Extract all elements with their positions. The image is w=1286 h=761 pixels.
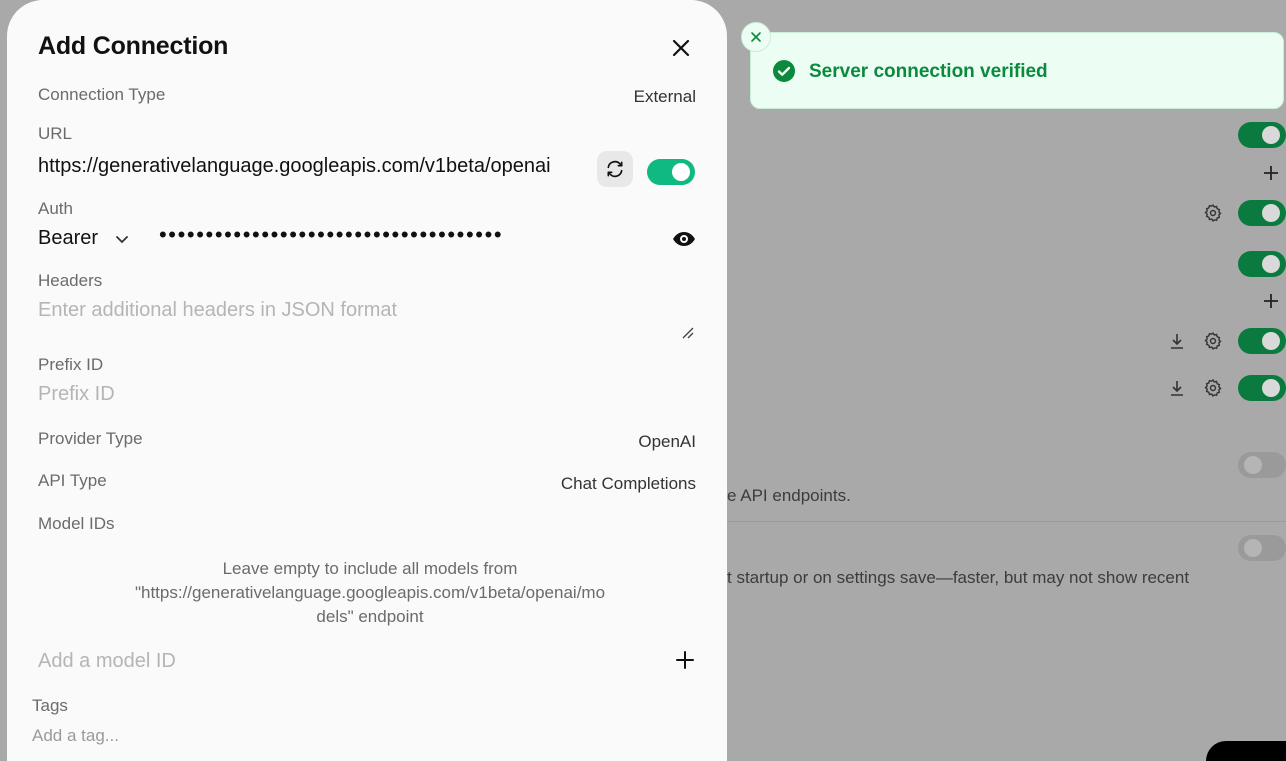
provider-type-label: Provider Type (38, 429, 143, 448)
help-line: Leave empty to include all models from (222, 559, 518, 578)
bg-setting-row (1238, 250, 1286, 278)
modal-title: Add Connection (38, 32, 229, 60)
auth-type-select[interactable]: Bearer (38, 227, 130, 250)
bg-toggle[interactable] (1238, 535, 1286, 561)
url-label: URL (38, 124, 73, 143)
bg-setting-row (1260, 159, 1286, 187)
connection-enabled-toggle[interactable] (647, 159, 695, 185)
bg-divider (726, 521, 1286, 522)
url-input[interactable]: https://generativelanguage.googleapis.co… (38, 155, 558, 178)
bg-setting-row (1238, 534, 1286, 562)
bg-setting-row (1166, 327, 1286, 355)
connection-type-select[interactable]: External (634, 87, 696, 107)
eye-icon[interactable] (671, 228, 697, 250)
bg-toggle[interactable] (1238, 328, 1286, 354)
gear-icon[interactable] (1202, 202, 1224, 224)
bg-setting-row (1202, 199, 1286, 227)
toast-message: Server connection verified (809, 61, 1048, 82)
close-icon (751, 32, 761, 42)
bg-description: e API endpoints. (727, 486, 851, 505)
plus-icon (676, 651, 694, 669)
verify-connection-button[interactable] (597, 151, 633, 187)
headers-label: Headers (38, 271, 103, 290)
auth-label: Auth (38, 199, 73, 218)
resize-handle-icon[interactable] (681, 326, 695, 340)
model-id-input[interactable]: Add a model ID (38, 650, 176, 673)
bg-floating-button[interactable] (1206, 741, 1286, 761)
close-icon[interactable] (669, 36, 693, 60)
plus-icon[interactable] (1260, 290, 1282, 312)
download-icon[interactable] (1166, 377, 1188, 399)
api-type-select[interactable]: Chat Completions (561, 474, 696, 494)
plus-icon[interactable] (1260, 162, 1282, 184)
refresh-icon (607, 160, 623, 178)
prefix-id-input[interactable]: Prefix ID (38, 383, 115, 406)
bg-toggle[interactable] (1238, 375, 1286, 401)
auth-type-value: Bearer (38, 227, 99, 249)
bg-toggle[interactable] (1238, 200, 1286, 226)
add-model-id-button[interactable] (674, 649, 696, 671)
add-connection-modal: Add Connection Connection Type External … (7, 0, 727, 761)
gear-icon[interactable] (1202, 377, 1224, 399)
model-ids-label: Model IDs (38, 514, 115, 533)
api-type-label: API Type (38, 471, 107, 490)
check-circle-icon (773, 60, 795, 82)
bg-description: t startup or on settings save—faster, bu… (727, 568, 1190, 587)
tags-label: Tags (32, 696, 68, 715)
bg-toggle[interactable] (1238, 251, 1286, 277)
connection-type-label: Connection Type (38, 85, 166, 104)
gear-icon[interactable] (1202, 330, 1224, 352)
toast-close-button[interactable] (741, 22, 771, 52)
bg-setting-row (1260, 287, 1286, 315)
help-line: dels" endpoint (316, 607, 424, 626)
help-line: "https://generativelanguage.googleapis.c… (134, 583, 606, 602)
success-toast: Server connection verified (750, 32, 1284, 109)
api-key-input[interactable]: ••••••••••••••••••••••••••••••••••••• (159, 222, 503, 248)
prefix-id-label: Prefix ID (38, 355, 104, 374)
chevron-down-icon (116, 235, 128, 243)
bg-toggle[interactable] (1238, 452, 1286, 478)
bg-setting-row (1166, 374, 1286, 402)
headers-textarea[interactable]: Enter additional headers in JSON format (38, 299, 397, 322)
download-icon[interactable] (1166, 330, 1188, 352)
provider-type-select[interactable]: OpenAI (638, 432, 696, 452)
bg-toggle[interactable] (1238, 122, 1286, 148)
model-ids-help-text: Leave empty to include all models from "… (95, 557, 645, 629)
tags-input[interactable]: Add a tag... (32, 726, 119, 746)
bg-setting-row (1238, 121, 1286, 149)
bg-setting-row (1238, 451, 1286, 479)
